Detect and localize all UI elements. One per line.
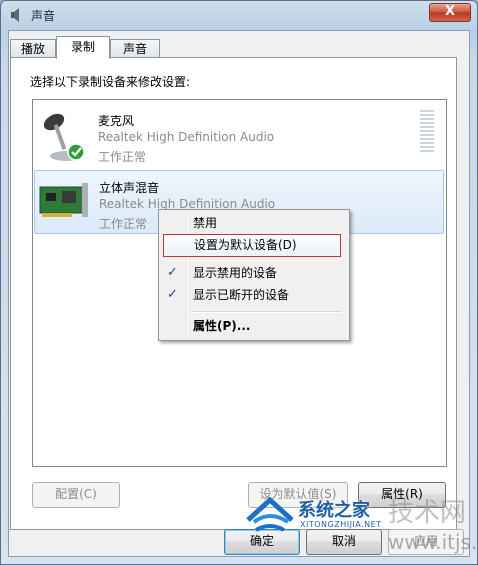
watermark-brand: 系统之家 bbox=[298, 500, 370, 521]
device-name: 麦克风 bbox=[98, 114, 135, 128]
menu-item-show-disabled[interactable]: ✓ 显示禁用的设备 bbox=[161, 263, 347, 284]
menu-item-show-disconnected[interactable]: ✓ 显示已断开的设备 bbox=[161, 285, 347, 306]
device-status: 工作正常 bbox=[99, 217, 148, 231]
tab-playback[interactable]: 播放 bbox=[10, 39, 56, 58]
close-button[interactable]: X bbox=[429, 3, 471, 22]
watermark-brand-latin: XITONGZHIJIA.NET bbox=[300, 520, 382, 529]
device-name: 立体声混音 bbox=[99, 181, 160, 195]
instruction-text: 选择以下录制设备来修改设置: bbox=[30, 75, 191, 89]
menu-separator bbox=[191, 311, 341, 313]
window-title: 声音 bbox=[31, 9, 56, 23]
tab-recording[interactable]: 录制 bbox=[56, 36, 110, 59]
check-icon: ✓ bbox=[167, 265, 178, 280]
speaker-icon bbox=[11, 8, 19, 22]
menu-item-label: 属性(P)... bbox=[193, 319, 251, 333]
title-bar[interactable]: 声音 X bbox=[1, 1, 477, 29]
menu-item-label: 显示已断开的设备 bbox=[193, 288, 290, 302]
context-menu: 禁用 设置为默认设备(D) ✓ 显示禁用的设备 ✓ 显示已断开的设备 属性(P)… bbox=[158, 209, 350, 341]
menu-item-label: 显示禁用的设备 bbox=[193, 266, 278, 280]
tab-sounds[interactable]: 声音 bbox=[110, 39, 160, 58]
device-status: 工作正常 bbox=[98, 150, 147, 164]
menu-item-disable[interactable]: 禁用 bbox=[161, 213, 347, 234]
configure-button[interactable]: 配置(C) bbox=[32, 482, 120, 508]
menu-item-label: 禁用 bbox=[193, 216, 218, 230]
menu-item-properties[interactable]: 属性(P)... bbox=[161, 316, 347, 337]
menu-item-label: 设置为默认设备(D) bbox=[194, 238, 297, 252]
check-icon: ✓ bbox=[167, 287, 178, 302]
level-meter bbox=[420, 110, 434, 156]
house-logo-icon bbox=[246, 496, 294, 532]
watermark: 系统之家 XITONGZHIJIA.NET 技术网 www.itjs.cn bbox=[240, 488, 478, 565]
menu-item-set-default[interactable]: 设置为默认设备(D) bbox=[163, 234, 341, 257]
sound-card-icon bbox=[39, 183, 88, 217]
watermark-logo-text: 技术网 bbox=[388, 498, 467, 528]
device-driver: Realtek High Definition Audio bbox=[98, 130, 275, 144]
device-microphone[interactable]: 麦克风 Realtek High Definition Audio 工作正常 bbox=[34, 104, 442, 166]
microphone-icon bbox=[43, 113, 85, 161]
watermark-url: www.itjs.cn bbox=[388, 530, 478, 554]
